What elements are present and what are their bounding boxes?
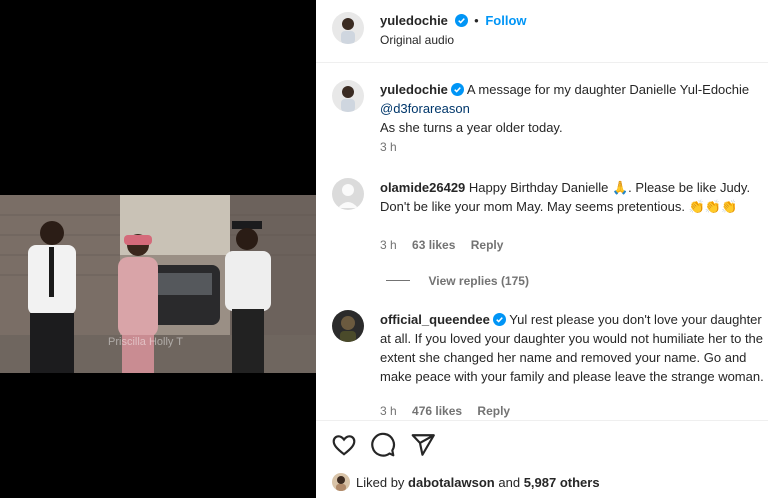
video-player[interactable]: Priscilla Holly T [0,0,316,498]
comment-icon[interactable] [370,432,396,458]
caption-text: A message for my daughter Danielle Yul-E… [466,82,750,97]
share-icon[interactable] [410,432,436,458]
comment-username[interactable]: official_queendee [380,312,490,327]
view-replies[interactable]: View replies (175) [386,272,529,290]
view-replies-label[interactable]: View replies (175) [428,274,529,288]
caption-mention[interactable]: @d3forareason [380,101,470,116]
comment-reply-button[interactable]: Reply [471,238,504,252]
view-replies-line [386,280,410,282]
verified-badge-icon [492,313,506,326]
comment-time: 3 h [380,238,397,252]
follow-button[interactable]: Follow [485,13,526,28]
liked-by-row: Liked by dabotalawson and 5,987 others [332,473,600,491]
liked-by-user[interactable]: dabotalawson [408,475,495,490]
comment-reply-button[interactable]: Reply [477,404,510,418]
liked-by-count[interactable]: 5,987 others [524,475,600,490]
verified-badge-icon [454,14,468,27]
post-panel: yuledochie • Follow Original audio yuled… [316,0,768,499]
header-separator: • [474,13,479,28]
video-frame: Priscilla Holly T [0,195,316,373]
action-bar: Liked by dabotalawson and 5,987 others [316,420,768,499]
comment-likes[interactable]: 476 likes [412,404,462,418]
heart-icon[interactable] [331,432,357,458]
comment-likes[interactable]: 63 likes [412,238,455,252]
audio-label[interactable]: Original audio [380,33,454,47]
author-username[interactable]: yuledochie [380,13,448,28]
verified-badge-icon [450,83,464,96]
caption-avatar[interactable] [332,80,364,112]
liked-by-prefix: Liked by [356,475,405,490]
comment-username[interactable]: olamide26429 [380,180,465,195]
caption-text-2: As she turns a year older today. [380,120,563,135]
liked-by-and: and [498,475,521,490]
video-watermark: Priscilla Holly T [108,336,183,348]
caption-username[interactable]: yuledochie [380,82,448,97]
post-header: yuledochie • Follow Original audio [316,0,768,63]
author-avatar[interactable] [332,12,364,44]
liker-avatar[interactable] [332,473,350,491]
caption-time: 3 h [380,140,397,154]
commenter-avatar[interactable] [332,178,364,210]
comment-time: 3 h [380,404,397,418]
commenter-avatar[interactable] [332,310,364,342]
